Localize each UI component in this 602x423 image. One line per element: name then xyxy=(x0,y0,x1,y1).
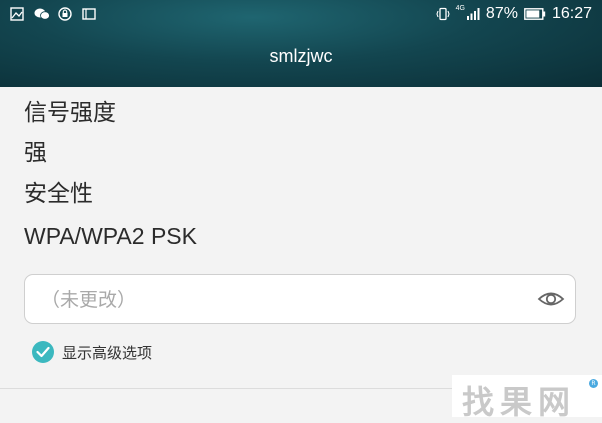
page-title: smlzjwc xyxy=(269,46,333,66)
wechat-icon xyxy=(34,7,50,21)
network-type: 4G xyxy=(455,4,465,12)
watermark: 找果网 R xyxy=(452,375,602,421)
vibrate-icon xyxy=(435,7,450,21)
status-bar: 4G 87% 16:27 xyxy=(0,0,602,30)
registered-mark-icon: R xyxy=(589,379,598,388)
show-advanced-options-checkbox[interactable]: 显示高级选项 xyxy=(32,341,152,363)
tablet-icon xyxy=(82,7,96,21)
vpn-icon xyxy=(58,7,72,21)
status-bar-notifications xyxy=(10,7,96,21)
header: 4G 87% 16:27 smlzjwc xyxy=(0,0,602,87)
security-value: WPA/WPA2 PSK xyxy=(24,223,197,249)
image-icon xyxy=(10,7,24,21)
watermark-text: 找果网 xyxy=(462,383,577,421)
checkmark-icon xyxy=(32,341,54,363)
status-bar-system: 4G 87% 16:27 xyxy=(435,4,592,23)
clock: 16:27 xyxy=(551,5,592,22)
battery-icon xyxy=(524,7,546,21)
signal-icon xyxy=(466,7,480,21)
wifi-details: 信号强度 强 安全性 WPA/WPA2 PSK 显示高级选项 xyxy=(0,87,602,417)
password-input[interactable] xyxy=(39,285,523,315)
signal-strength-label: 信号强度 xyxy=(24,100,116,126)
battery-percent: 87% xyxy=(485,5,518,22)
signal-strength-value: 强 xyxy=(24,140,47,166)
show-advanced-options-label: 显示高级选项 xyxy=(62,343,153,362)
eye-icon[interactable] xyxy=(537,287,565,311)
password-field xyxy=(24,274,576,324)
security-label: 安全性 xyxy=(24,181,93,207)
